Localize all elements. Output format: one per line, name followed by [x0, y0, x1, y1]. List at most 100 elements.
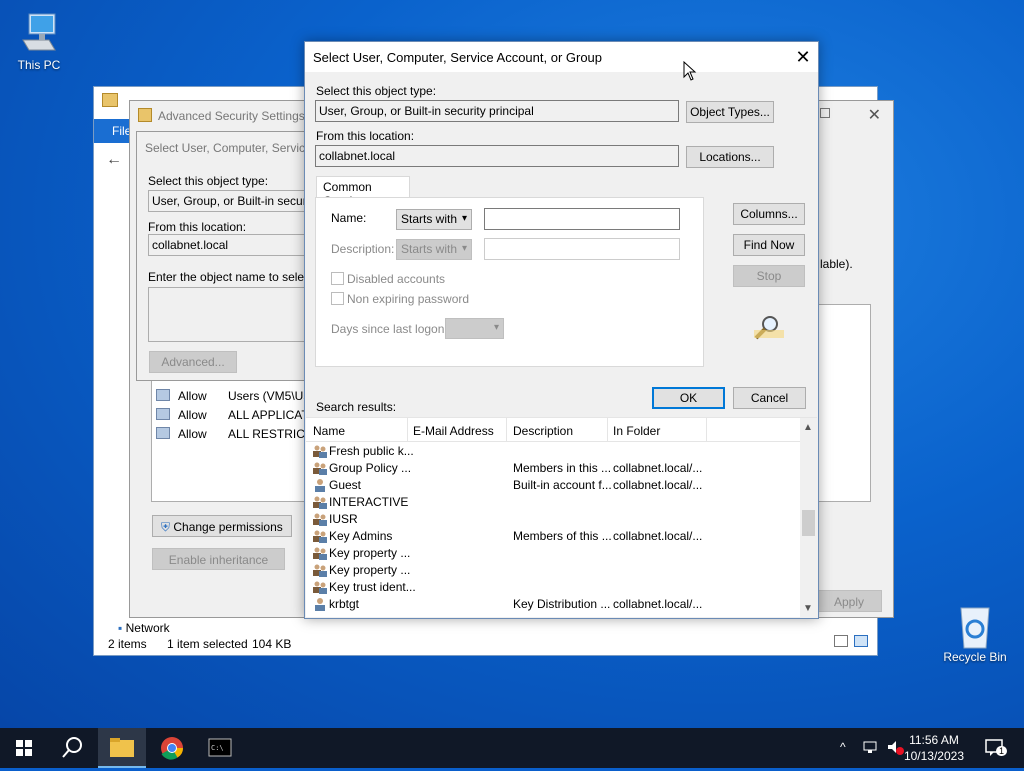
chevron-up-icon[interactable]: ^ — [840, 740, 846, 754]
svg-text:C:\: C:\ — [211, 744, 224, 752]
column-header-name[interactable]: Name — [313, 424, 345, 438]
description-input[interactable] — [484, 238, 680, 260]
network-status-icon[interactable] — [862, 740, 878, 754]
advanced-button[interactable]: Advanced... — [149, 351, 237, 373]
description-filter-select[interactable]: Starts with ▾ — [396, 239, 472, 260]
status-size: 104 KB — [252, 637, 292, 651]
column-divider[interactable] — [706, 418, 707, 442]
desktop-icon-label: This PC — [17, 58, 61, 72]
close-icon[interactable]: ✕ — [788, 42, 818, 72]
group-icon — [312, 562, 328, 578]
name-input[interactable] — [484, 208, 680, 230]
non-expiring-password-checkbox[interactable] — [331, 292, 344, 305]
object-type-label: Select this object type: — [316, 84, 437, 98]
volume-muted-icon[interactable] — [886, 739, 904, 755]
table-row[interactable]: krbtgt Key Distribution ... collabnet.loca… — [306, 596, 801, 613]
group-icon — [312, 460, 328, 476]
table-row[interactable]: Key Admins Members of this ... collabnet.l… — [306, 528, 801, 545]
column-header-email[interactable]: E-Mail Address — [413, 424, 494, 438]
days-since-logon-label: Days since last logon: — [331, 322, 448, 336]
desktop-icon-recycle-bin[interactable]: Recycle Bin — [940, 602, 1010, 664]
cell-name: Guest — [329, 478, 362, 492]
taskbar-chrome[interactable] — [148, 728, 196, 768]
computer-icon — [17, 10, 61, 54]
table-row[interactable]: Guest Built-in account f... collabnet.loca… — [306, 477, 801, 494]
find-now-button[interactable]: Find Now — [733, 234, 805, 256]
folder-icon — [138, 108, 152, 122]
location-field: collabnet.local — [315, 145, 679, 167]
tab-common-queries[interactable]: Common Queries — [316, 176, 410, 208]
start-button[interactable] — [0, 728, 48, 768]
column-divider[interactable] — [506, 418, 507, 442]
cell-name: Fresh public k... — [329, 444, 414, 458]
list-item[interactable]: Allow ALL APPLICAT — [156, 408, 309, 423]
maximize-icon[interactable] — [820, 108, 830, 118]
scroll-down-icon[interactable]: ▼ — [803, 603, 813, 614]
cell-name: krbtgt — [329, 597, 360, 611]
list-item[interactable]: Allow ALL RESTRICTE — [156, 427, 320, 442]
table-row[interactable]: Key property ... — [306, 545, 801, 562]
chevron-down-icon: ▾ — [461, 213, 467, 224]
window-title: Select User, Computer, Service — [145, 141, 312, 155]
columns-button[interactable]: Columns... — [733, 203, 805, 225]
cell-name: IUSR — [329, 512, 358, 526]
table-row[interactable]: Key property ... — [306, 562, 801, 579]
dialog-titlebar: Select User, Computer, Service Account, … — [305, 42, 818, 72]
user-icon — [312, 596, 328, 612]
non-expiring-password-label: Non expiring password — [347, 292, 470, 306]
details-view-icon[interactable] — [834, 635, 848, 647]
large-icons-view-icon[interactable] — [854, 635, 868, 647]
mouse-pointer-icon — [683, 60, 697, 84]
group-icon — [312, 579, 328, 595]
list-item[interactable]: Allow Users (VM5\Us — [156, 389, 309, 404]
column-divider[interactable] — [607, 418, 608, 442]
folder-icon — [110, 738, 134, 757]
taskbar-file-explorer[interactable] — [98, 728, 146, 768]
available-text: lable). — [820, 257, 853, 271]
search-results-list[interactable]: Name E-Mail Address Description In Folde… — [306, 417, 817, 617]
object-types-button[interactable]: Object Types... — [686, 101, 774, 123]
desktop-icon-this-pc[interactable]: This PC — [4, 10, 74, 72]
enable-inheritance-button[interactable]: Enable inheritance — [152, 548, 285, 570]
clock-time: 11:56 AM — [909, 733, 959, 747]
scrollbar-thumb[interactable] — [802, 510, 815, 536]
cell-folder: collabnet.local/... — [613, 478, 703, 492]
cell-folder: collabnet.local/... — [613, 461, 703, 475]
users-icon — [156, 427, 170, 439]
scroll-up-icon[interactable]: ▲ — [803, 422, 813, 433]
table-row[interactable]: IUSR — [306, 511, 801, 528]
column-header-description[interactable]: Description — [513, 424, 573, 438]
name-filter-select[interactable]: Starts with ▾ — [396, 209, 472, 230]
change-permissions-button[interactable]: ⛨ Change permissions — [152, 515, 292, 537]
taskbar: C:\ ^ 11:56 AM 10/13/2023 1 — [0, 728, 1024, 768]
ok-button[interactable]: OK — [652, 387, 725, 409]
apply-button[interactable]: Apply — [816, 590, 882, 612]
recycle-bin-icon — [953, 602, 997, 649]
vertical-scrollbar[interactable]: ▲ ▼ — [800, 418, 817, 617]
notification-center-icon[interactable]: 1 — [984, 738, 1008, 758]
table-row[interactable]: INTERACTIVE — [306, 494, 801, 511]
days-since-logon-select[interactable]: ▾ — [445, 318, 504, 339]
stop-button[interactable]: Stop — [733, 265, 805, 287]
results-header: Name E-Mail Address Description In Folde… — [306, 418, 801, 442]
users-icon — [156, 408, 170, 420]
column-header-folder[interactable]: In Folder — [613, 424, 660, 438]
table-row[interactable]: Group Policy ... Members in this ... colla… — [306, 460, 801, 477]
user-icon — [312, 477, 328, 493]
table-row[interactable]: Fresh public k... — [306, 443, 801, 460]
group-icon — [312, 528, 328, 544]
disabled-accounts-checkbox[interactable] — [331, 272, 344, 285]
locations-button[interactable]: Locations... — [686, 146, 774, 168]
cell-description: Members of this ... — [513, 529, 612, 543]
table-row[interactable]: Key trust ident... — [306, 579, 801, 596]
column-divider[interactable] — [407, 418, 408, 442]
cancel-button[interactable]: Cancel — [733, 387, 806, 409]
location-label: From this location: — [316, 129, 415, 143]
taskbar-command-prompt[interactable]: C:\ — [196, 728, 244, 768]
clock[interactable]: 11:56 AM 10/13/2023 — [904, 732, 964, 764]
cell-name: Group Policy ... — [329, 461, 412, 475]
back-arrow-icon[interactable]: ← — [106, 151, 122, 169]
ribbon-file-tab[interactable]: File — [94, 119, 134, 143]
search-button[interactable] — [48, 728, 96, 768]
close-icon[interactable]: ✕ — [868, 105, 881, 125]
